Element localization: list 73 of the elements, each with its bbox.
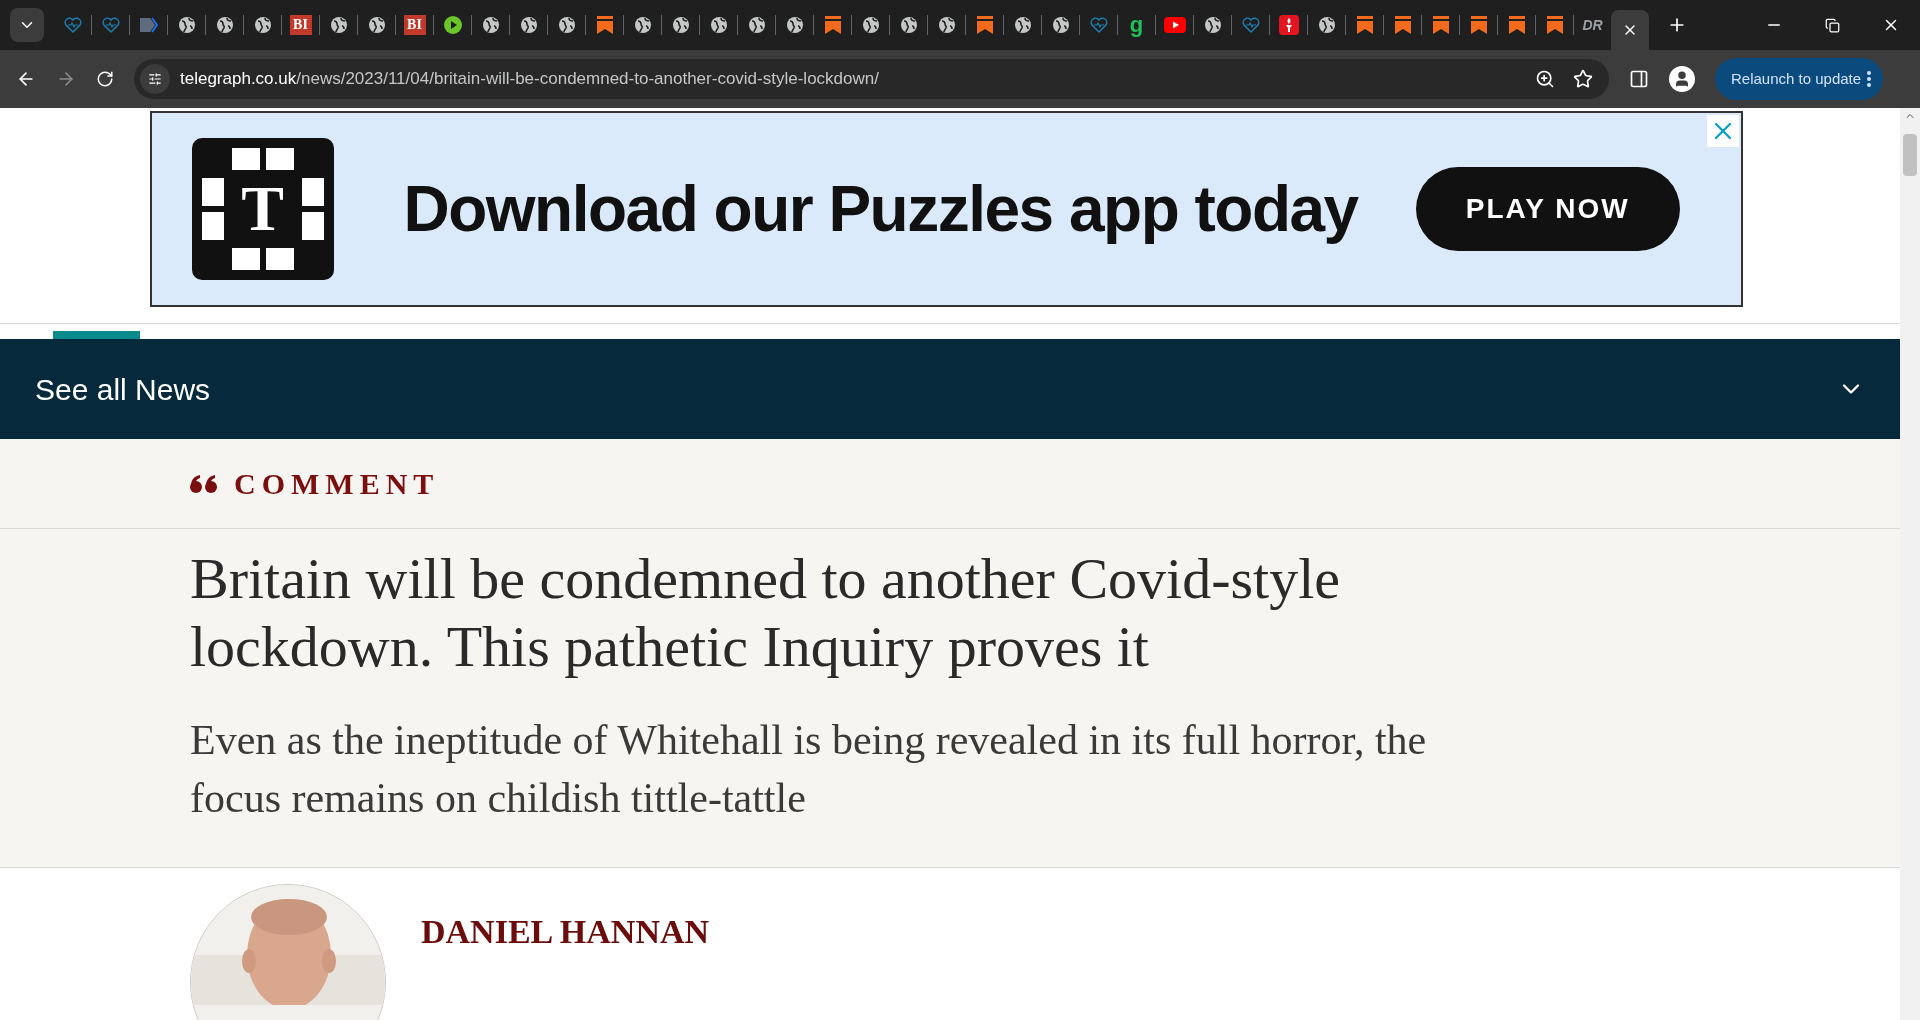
ad-banner[interactable]: T Download our Puzzles app today PLAY NOW [149,111,1743,307]
bookmark-icon [1469,15,1488,35]
quote-icon [190,473,218,494]
browser-tab[interactable]: g [1118,5,1155,45]
g-logo: g [1129,14,1144,36]
globe-icon [1051,16,1070,34]
more-icon [1867,71,1872,87]
tab-search-button[interactable] [10,8,44,42]
globe-icon [481,16,500,34]
globe-icon [177,16,196,34]
globe-icon [215,16,234,34]
browser-tab[interactable]: BI [282,5,319,45]
nav-label: See all News [35,371,211,408]
globe-icon [519,16,538,34]
browser-tab[interactable] [1611,10,1649,50]
person-icon [1673,70,1691,88]
bookmark-icon [1507,15,1526,35]
globe-icon [671,16,690,34]
section-label: COMMENT [234,466,440,502]
globe-icon [785,16,804,34]
relaunch-button[interactable]: Relaunch to update [1715,58,1884,100]
ad-headline: Download our Puzzles app today [403,172,1358,247]
heart-icon [1241,16,1260,34]
bookmark-icon [1431,15,1450,35]
site-info-button[interactable] [140,64,170,94]
globe-icon [1013,16,1032,34]
globe-icon [747,16,766,34]
globe-icon [367,16,386,34]
globe-icon [937,16,956,34]
browser-tab[interactable]: DR [1574,5,1611,45]
article-standfirst: Even as the ineptitude of Whitehall is being revealed in its full horror, the focus remains on childish tittle-tattle [190,716,1428,823]
bookmark-icon [1355,15,1374,35]
bookmark-icon [975,15,994,35]
bookmark-icon [1393,15,1412,35]
globe-icon [899,16,918,34]
play-icon [442,15,463,35]
author-name[interactable]: DANIEL HANNAN [421,906,710,957]
globe-icon [1203,16,1222,34]
heart-icon [1089,16,1108,34]
heart-icon [101,16,120,34]
sliders-icon [148,72,162,86]
profile-icon[interactable] [1669,66,1695,92]
heart-icon [63,16,82,34]
restore-icon[interactable] [1825,17,1840,33]
bookmark-icon [1545,15,1564,35]
globe-icon [253,16,272,34]
globe-icon [861,16,880,34]
dr-logo: DR [1582,18,1603,32]
globe-icon [557,16,576,34]
scroll-thumb[interactable] [1903,134,1917,176]
url-text: telegraph.co.uk/news/2023/11/04/britain-will-be-condemned-to-another-covid-style-lockdown/ [180,68,879,91]
bookmark-icon [823,15,842,35]
play-icon [1163,17,1186,33]
close-ad-button[interactable] [1706,115,1739,147]
play-now-button[interactable]: PLAY NOW [1415,167,1680,251]
globe-icon [633,16,652,34]
globe-icon [709,16,728,34]
zoom-icon[interactable] [1535,69,1555,89]
bookmark-star-icon[interactable] [1573,69,1593,89]
puzzle-logo: T [191,138,334,280]
article-headline: Britain will be condemned to another Covid-style lockdown. This pathetic Inquiry proves it [190,545,1342,681]
globe-icon [1317,16,1336,34]
torch-icon [1278,15,1299,35]
bi-logo: BI [289,15,312,35]
news-nav-bar[interactable]: See all News [0,339,1900,439]
globe-icon [329,16,348,34]
side-panel-icon[interactable] [1629,69,1649,89]
bi-logo: BI [403,15,426,35]
address-bar[interactable]: telegraph.co.uk/news/2023/11/04/britain-will-be-condemned-to-another-covid-style-lockdown/ [134,59,1609,99]
bookmark-icon [595,15,614,35]
tag-icon [138,16,159,34]
browser-tab[interactable]: BI [396,5,433,45]
reload-icon[interactable] [96,70,114,88]
